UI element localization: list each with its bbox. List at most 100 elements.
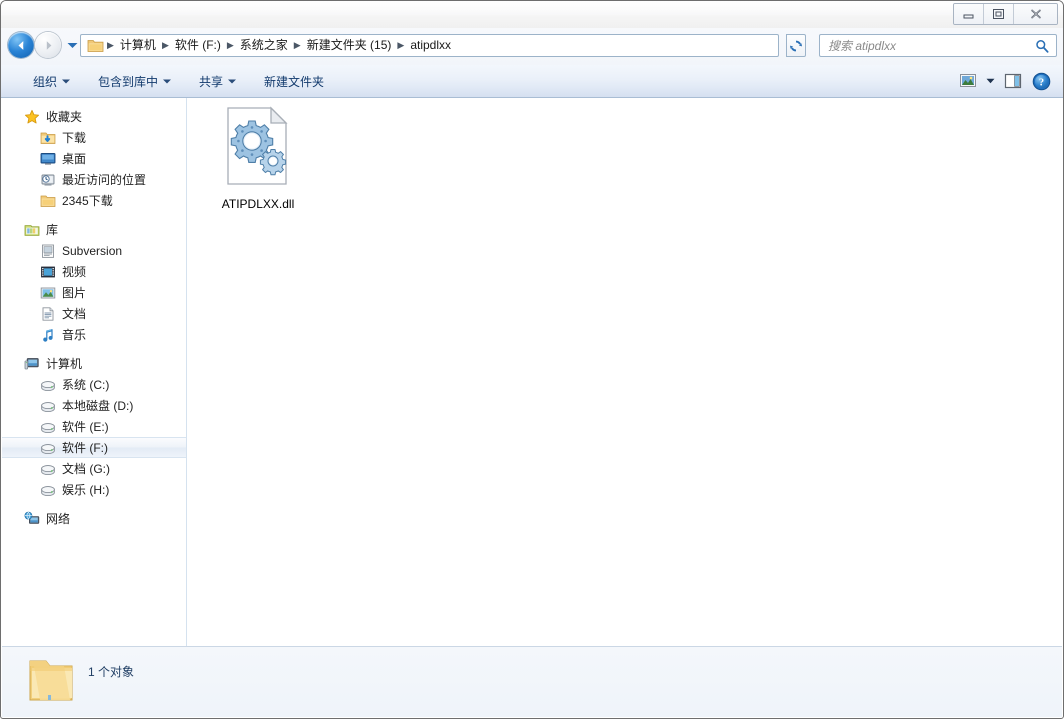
sidebar-label: 软件 (E:) bbox=[62, 419, 109, 434]
sidebar-label: Subversion bbox=[62, 243, 123, 258]
sidebar-item-network[interactable]: 网络 bbox=[2, 508, 186, 529]
file-item[interactable]: ATIPDLXX.dll bbox=[203, 106, 313, 212]
music-icon bbox=[40, 327, 56, 343]
help-icon: ? bbox=[1032, 72, 1050, 90]
sidebar-item-drive-h[interactable]: 娱乐 (H:) bbox=[2, 479, 186, 500]
sidebar-item-pictures[interactable]: 图片 bbox=[2, 282, 186, 303]
breadcrumb-item-3[interactable]: 新建文件夹 (15) bbox=[302, 36, 397, 55]
forward-button[interactable] bbox=[35, 32, 61, 58]
sidebar-item-recent-places[interactable]: 最近访问的位置 bbox=[2, 169, 186, 190]
sidebar-label: 文档 bbox=[62, 306, 87, 321]
sidebar-item-drive-e[interactable]: 软件 (E:) bbox=[2, 416, 186, 437]
back-arrow-icon bbox=[18, 40, 23, 50]
svg-text:?: ? bbox=[1038, 77, 1043, 88]
sidebar-item-computer[interactable]: 计算机 bbox=[2, 353, 186, 374]
sidebar-item-subversion[interactable]: Subversion bbox=[2, 240, 186, 261]
refresh-button[interactable] bbox=[786, 34, 806, 57]
nav-group-libraries: 库 Subversion 视频 图片 文档 音乐 bbox=[2, 219, 186, 345]
breadcrumb-separator[interactable]: ▶ bbox=[396, 40, 405, 51]
status-bar: 1 个对象 bbox=[2, 646, 1062, 717]
view-mode-icon[interactable] bbox=[954, 69, 982, 93]
view-mode-dropdown-button[interactable] bbox=[982, 69, 999, 93]
breadcrumb-bar[interactable]: ▶ 计算机 ▶ 软件 (F:) ▶ 系统之家 ▶ 新建文件夹 (15) ▶ at… bbox=[80, 34, 779, 57]
video-icon bbox=[40, 264, 56, 280]
file-list-pane[interactable]: ATIPDLXX.dll bbox=[187, 98, 1062, 647]
toolbar-item-new-folder[interactable]: 新建文件夹 bbox=[254, 70, 334, 92]
search-icon[interactable] bbox=[1035, 39, 1052, 53]
sidebar-label: 视频 bbox=[62, 264, 87, 279]
history-dropdown-button[interactable] bbox=[65, 34, 79, 56]
toolbar-label: 组织 bbox=[33, 74, 58, 89]
window-controls bbox=[953, 3, 1058, 25]
sidebar-item-2345-downloads[interactable]: 2345下载 bbox=[2, 190, 186, 211]
sidebar-label: 娱乐 (H:) bbox=[62, 482, 110, 497]
drive-icon bbox=[40, 419, 56, 435]
toolbar-label: 包含到库中 bbox=[98, 74, 159, 89]
folder-icon bbox=[40, 193, 56, 209]
sidebar-label: 图片 bbox=[62, 285, 87, 300]
sidebar-item-documents[interactable]: 文档 bbox=[2, 303, 186, 324]
sidebar-label: 2345下载 bbox=[62, 193, 113, 208]
sidebar-label: 最近访问的位置 bbox=[62, 172, 147, 187]
close-button[interactable] bbox=[1014, 4, 1057, 24]
back-button[interactable] bbox=[8, 32, 34, 58]
network-icon bbox=[24, 511, 40, 527]
drive-icon bbox=[40, 461, 56, 477]
breadcrumb-separator[interactable]: ▶ bbox=[161, 40, 170, 51]
sidebar-item-libraries[interactable]: 库 bbox=[2, 219, 186, 240]
documents-icon bbox=[40, 306, 56, 322]
sidebar-label: 下载 bbox=[62, 130, 87, 145]
sidebar-label: 计算机 bbox=[46, 356, 83, 371]
dll-file-icon bbox=[225, 106, 291, 191]
chevron-down-icon bbox=[228, 79, 237, 83]
help-button[interactable]: ? bbox=[1027, 69, 1055, 93]
nav-group-computer: 计算机 系统 (C:) 本地磁盘 (D:) 软件 (E:) 软件 (F:) 文档… bbox=[2, 353, 186, 500]
sidebar-item-music[interactable]: 音乐 bbox=[2, 324, 186, 345]
sidebar-label: 软件 (F:) bbox=[62, 440, 108, 455]
chevron-down-icon bbox=[986, 78, 995, 84]
toolbar-label: 新建文件夹 bbox=[264, 74, 325, 89]
drive-icon bbox=[40, 398, 56, 414]
chevron-down-icon bbox=[62, 79, 71, 83]
sidebar-item-drive-f[interactable]: 软件 (F:) bbox=[2, 437, 186, 458]
breadcrumb-item-1[interactable]: 软件 (F:) bbox=[170, 36, 226, 55]
breadcrumb-separator[interactable]: ▶ bbox=[293, 40, 302, 51]
sidebar-label: 收藏夹 bbox=[46, 109, 83, 124]
toolbar-right-group: ? bbox=[954, 65, 1055, 97]
minimize-button[interactable] bbox=[954, 4, 984, 24]
toolbar-label: 共享 bbox=[199, 74, 224, 89]
sidebar-item-desktop[interactable]: 桌面 bbox=[2, 148, 186, 169]
navigation-pane[interactable]: 收藏夹 下载 桌面 最近访问的位置 2345下载 库 Subversion 视频… bbox=[2, 98, 187, 647]
address-bar-row: ▶ 计算机 ▶ 软件 (F:) ▶ 系统之家 ▶ 新建文件夹 (15) ▶ at… bbox=[1, 28, 1063, 65]
sidebar-item-drive-c[interactable]: 系统 (C:) bbox=[2, 374, 186, 395]
breadcrumb-separator[interactable]: ▶ bbox=[226, 40, 235, 51]
sidebar-item-drive-d[interactable]: 本地磁盘 (D:) bbox=[2, 395, 186, 416]
nav-group-network: 网络 bbox=[2, 508, 186, 529]
file-name-label: ATIPDLXX.dll bbox=[221, 197, 295, 211]
sidebar-item-drive-g[interactable]: 文档 (G:) bbox=[2, 458, 186, 479]
desktop-icon bbox=[40, 151, 56, 167]
sidebar-label: 音乐 bbox=[62, 327, 87, 342]
breadcrumb-separator: ▶ bbox=[107, 40, 114, 50]
toolbar-item-organize[interactable]: 组织 bbox=[23, 70, 80, 92]
sidebar-label: 系统 (C:) bbox=[62, 377, 110, 392]
sidebar-item-favorites[interactable]: 收藏夹 bbox=[2, 106, 186, 127]
toolbar-item-include-in-library[interactable]: 包含到库中 bbox=[88, 70, 181, 92]
search-input[interactable]: 搜索 atipdlxx bbox=[828, 37, 1035, 54]
search-box[interactable]: 搜索 atipdlxx bbox=[819, 34, 1057, 57]
preview-pane-icon[interactable] bbox=[999, 69, 1027, 93]
sidebar-item-videos[interactable]: 视频 bbox=[2, 261, 186, 282]
maximize-button[interactable] bbox=[984, 4, 1014, 24]
breadcrumb-item-2[interactable]: 系统之家 bbox=[235, 36, 293, 55]
breadcrumb-item-4[interactable]: atipdlxx bbox=[405, 36, 456, 55]
sidebar-label: 桌面 bbox=[62, 151, 87, 166]
navigation-buttons bbox=[8, 32, 79, 58]
downloads-folder-icon bbox=[40, 130, 56, 146]
toolbar-item-share[interactable]: 共享 bbox=[189, 70, 246, 92]
sidebar-item-downloads[interactable]: 下载 bbox=[2, 127, 186, 148]
recent-places-icon bbox=[40, 172, 56, 188]
maximize-icon bbox=[993, 9, 1004, 19]
drive-icon bbox=[40, 440, 56, 456]
computer-icon bbox=[24, 356, 40, 372]
breadcrumb-item-0[interactable]: 计算机 bbox=[115, 36, 161, 55]
